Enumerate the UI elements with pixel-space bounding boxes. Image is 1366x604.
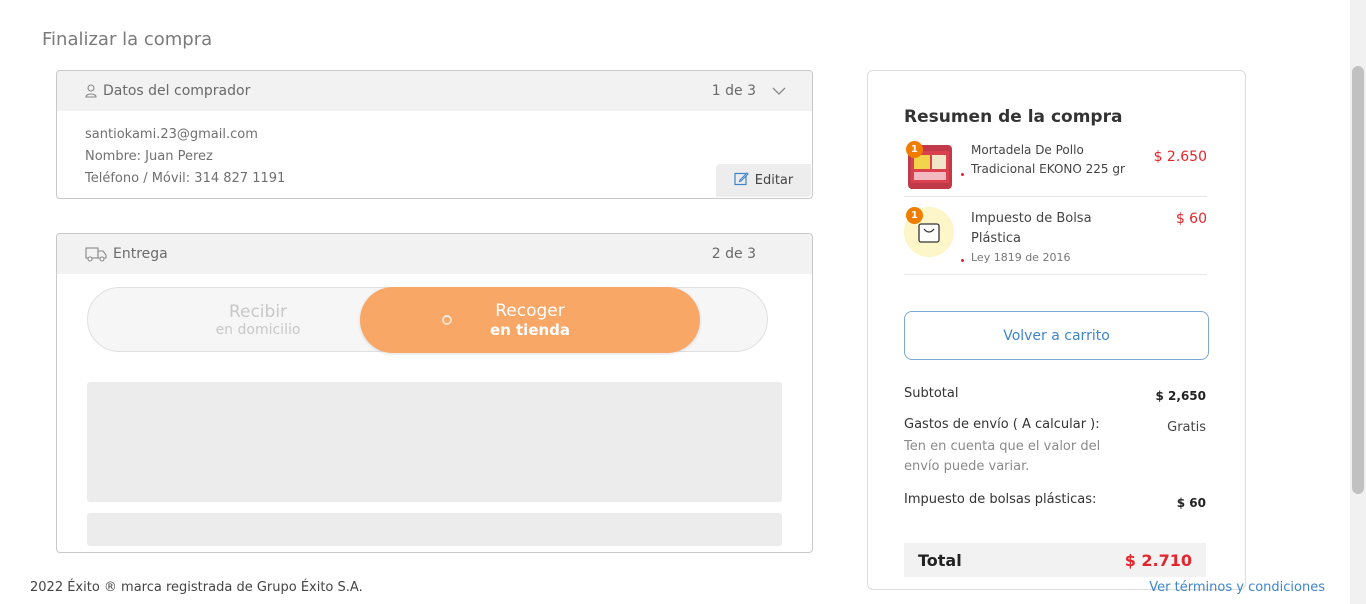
quantity-badge: 1 [906,141,923,158]
loading-placeholder-large [87,382,782,502]
back-to-cart-button[interactable]: Volver a carrito [904,311,1209,360]
loading-placeholder-small [87,513,782,546]
buyer-step-indicator: 1 de 3 [711,83,756,99]
delivery-panel-header[interactable]: Entrega 2 de 3 [57,234,812,274]
item-dot [961,259,964,262]
delivery-step-indicator: 2 de 3 [711,246,756,262]
delivery-panel: Entrega 2 de 3 Recibir en domicilio Reco… [56,233,813,553]
footer-copyright: 2022 Éxito ® marca registrada de Grupo É… [30,580,363,595]
buyer-phone: Teléfono / Móvil: 314 827 1191 [85,171,286,186]
item-name: Impuesto de Bolsa Plástica [971,209,1092,249]
item-name-line1: Impuesto de Bolsa [971,211,1092,226]
summary-item: 1 Impuesto de Bolsa Plástica Ley 1819 de… [904,207,1207,275]
summary-item: 1 Mortadela De Pollo Tradicional EKONO 2… [904,141,1207,197]
buyer-name: Nombre: Juan Perez [85,149,213,164]
buyer-panel-title: Datos del comprador [103,83,251,99]
order-summary: Resumen de la compra 1 Mortadela De Poll… [867,70,1246,590]
edit-label: Editar [754,173,794,188]
item-dot [961,173,964,176]
bags-tax-label: Impuesto de bolsas plásticas: [904,492,1097,507]
item-name-line1: Mortadela De Pollo [971,143,1084,157]
edit-button[interactable]: Editar [716,164,811,197]
total-value: $ 2.710 [1124,550,1192,570]
user-icon [85,84,97,98]
item-name-line2: Plástica [971,231,1022,246]
delivery-panel-title: Entrega [113,246,168,262]
item-price: $ 60 [1175,211,1207,227]
item-price: $ 2.650 [1153,149,1207,165]
total-bar: Total $ 2.710 [904,543,1206,577]
page-scrollbar[interactable] [1350,0,1366,604]
page-title: Finalizar la compra [42,29,213,50]
terms-link[interactable]: Ver términos y condiciones [1149,580,1325,595]
subtotal-value: $ 2,650 [1155,389,1206,403]
summary-title: Resumen de la compra [904,107,1123,127]
total-label: Total [918,550,962,570]
quantity-badge: 1 [906,207,923,224]
edit-icon [734,171,749,190]
loading-spinner-icon [442,315,452,325]
subtotal-label: Subtotal [904,386,959,401]
chevron-down-icon[interactable] [772,83,786,102]
shipping-value: Gratis [1167,420,1206,435]
item-name: Mortadela De Pollo Tradicional EKONO 225… [971,141,1125,179]
buyer-email: santiokami.23@gmail.com [85,127,258,142]
option-home-line2: en domicilio [215,321,301,338]
option-store-line1: Recoger [495,301,565,321]
option-store-line2: en tienda [489,321,571,339]
item-name-line2: Tradicional EKONO 225 gr [971,162,1125,176]
option-home-line1: Recibir [228,301,288,322]
item-subtext: Ley 1819 de 2016 [971,251,1071,264]
shipping-label: Gastos de envío ( A calcular ): [904,417,1100,432]
bags-tax-value: $ 60 [1176,496,1206,510]
scrollbar-thumb[interactable] [1352,66,1364,494]
buyer-info: santiokami.23@gmail.com Nombre: Juan Per… [57,111,812,198]
option-store-pickup[interactable]: Recoger en tienda [360,287,700,353]
delivery-method-toggle: Recibir en domicilio Recoger en tienda [87,287,768,353]
truck-icon [85,246,107,262]
buyer-panel-header[interactable]: Datos del comprador 1 de 3 [57,71,812,111]
buyer-data-panel: Datos del comprador 1 de 3 santiokami.23… [56,70,813,199]
shipping-note: Ten en cuenta que el valor del envío pue… [904,439,1101,474]
